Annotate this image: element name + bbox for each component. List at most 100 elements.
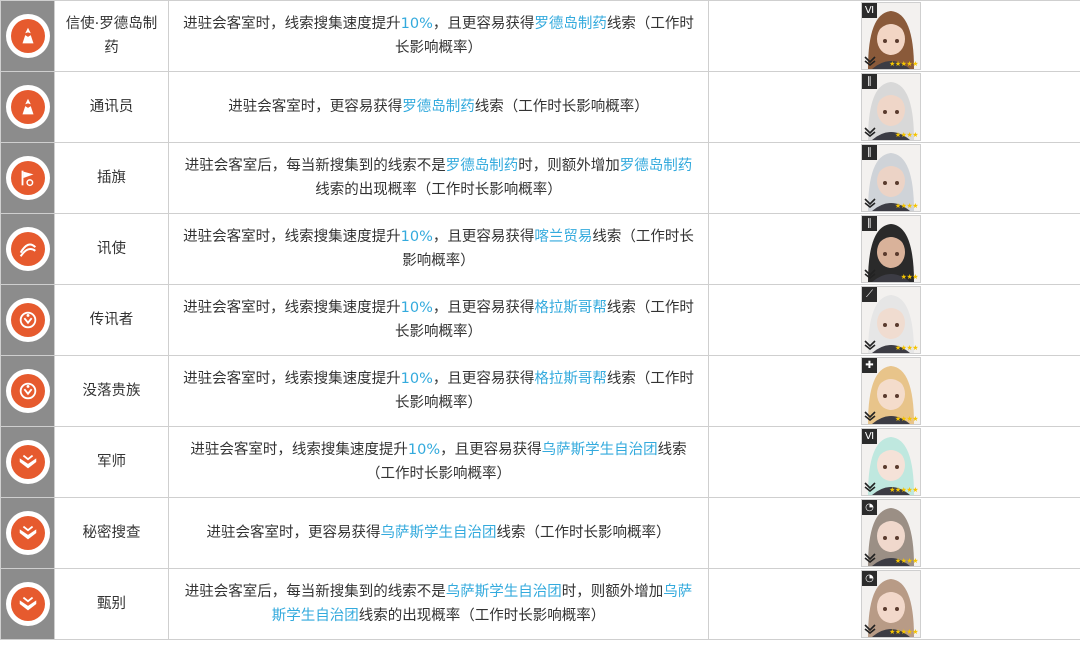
table-row: 没落贵族 进驻会客室时，线索搜集速度提升10%，且更容易获得格拉斯哥帮线索（工作时… xyxy=(0,355,1080,427)
skill-name: 插旗 xyxy=(54,142,169,214)
skill-icon-cell xyxy=(0,426,55,498)
description-text: 线索（工作时长影响概率） xyxy=(474,99,649,115)
building-skill-kazimierz-icon xyxy=(5,227,50,271)
skill-icon-cell xyxy=(0,142,55,214)
elite-icon xyxy=(864,340,876,350)
description-text: ，且更容易获得 xyxy=(432,229,535,245)
description-text: 进驻会客室后，每当新搜集到的线索不是 xyxy=(184,584,446,600)
elite-icon xyxy=(864,198,876,208)
skill-icon-cell xyxy=(0,497,55,569)
operator-cell: ∥ ★★★★ xyxy=(708,71,1080,143)
description-text: 线索的出现概率（工作时长影响概率） xyxy=(315,182,562,198)
operator-cell: ⟋ ★★★★ xyxy=(708,284,1080,356)
caster-class-icon: ◔ xyxy=(862,500,877,515)
highlight-term: 喀兰贸易 xyxy=(534,229,593,245)
description-text: 时，则额外增加 xyxy=(518,158,620,174)
guard-class-icon: ∥ xyxy=(862,145,877,160)
skill-description: 进驻会客室时，更容易获得乌萨斯学生自治团线索（工作时长影响概率） xyxy=(168,497,709,569)
guard-class-icon: ∥ xyxy=(862,216,877,231)
table-row: 讯使 进驻会客室时，线索搜集速度提升10%，且更容易获得喀兰贸易线索（工作时长影响… xyxy=(0,213,1080,285)
table-row: 军师 进驻会客室时，线索搜集速度提升10%，且更容易获得乌萨斯学生自治团线索（工作… xyxy=(0,426,1080,498)
highlight-term: 乌萨斯学生自治团 xyxy=(445,584,562,600)
specialist-class-icon: Ⅵ xyxy=(862,429,877,444)
rarity-stars: ★★★★★ xyxy=(889,628,918,636)
operator-avatar[interactable]: ∥ ★★★★ xyxy=(861,73,921,141)
description-text: 进驻会客室时，更容易获得 xyxy=(206,525,381,541)
skill-description: 进驻会客室后，每当新搜集到的线索不是乌萨斯学生自治团时，则额外增加乌萨斯学生自治… xyxy=(168,568,709,640)
skill-name: 传讯者 xyxy=(54,284,169,356)
skill-description: 进驻会客室时，线索搜集速度提升10%，且更容易获得乌萨斯学生自治团线索（工作时长… xyxy=(168,426,709,498)
highlight-term: 乌萨斯学生自治团 xyxy=(380,525,497,541)
highlight-term: 罗德岛制药 xyxy=(445,158,519,174)
description-text: 进驻会客室时，线索搜集速度提升 xyxy=(183,16,401,32)
skill-icon-cell xyxy=(0,284,55,356)
highlight-term: 罗德岛制药 xyxy=(402,99,475,115)
highlight-term: 罗德岛制药 xyxy=(619,158,693,174)
rarity-stars: ★★★★ xyxy=(894,344,919,352)
operator-avatar[interactable]: Ⅵ ★★★★★ xyxy=(861,428,921,496)
rarity-stars: ★★★★ xyxy=(894,131,919,139)
skill-description: 进驻会客室时，线索搜集速度提升10%，且更容易获得罗德岛制药线索（工作时长影响概… xyxy=(168,0,709,72)
building-skill-flag-icon xyxy=(5,156,50,200)
operator-avatar[interactable]: ◔ ★★★★★ xyxy=(861,570,921,638)
operator-cell: ◔ ★★★★ xyxy=(708,497,1080,569)
table-row: 通讯员 进驻会客室时，更容易获得罗德岛制药线索（工作时长影响概率） ∥ ★★★★ xyxy=(0,71,1080,143)
rarity-stars: ★★★★ xyxy=(894,415,919,423)
description-text: 进驻会客室后，每当新搜集到的线索不是 xyxy=(184,158,446,174)
operator-cell: ◔ ★★★★★ xyxy=(708,568,1080,640)
highlight-term: 10% xyxy=(400,371,433,387)
building-skill-ursus-icon xyxy=(5,440,50,484)
operator-avatar[interactable]: Ⅵ ★★★★★ xyxy=(861,2,921,70)
elite-icon xyxy=(864,411,876,421)
specialist-class-icon: Ⅵ xyxy=(862,3,877,18)
table-row: 传讯者 进驻会客室时，线索搜集速度提升10%，且更容易获得格拉斯哥帮线索（工作时长… xyxy=(0,284,1080,356)
highlight-term: 10% xyxy=(400,16,433,32)
description-text: 线索的出现概率（工作时长影响概率） xyxy=(358,608,606,624)
building-skill-ursus-icon xyxy=(5,511,50,555)
skill-description: 进驻会客室时，线索搜集速度提升10%，且更容易获得格拉斯哥帮线索（工作时长影响概… xyxy=(168,284,709,356)
elite-icon xyxy=(864,482,876,492)
elite-icon xyxy=(864,269,876,279)
skill-description: 进驻会客室时，线索搜集速度提升10%，且更容易获得格拉斯哥帮线索（工作时长影响概… xyxy=(168,355,709,427)
skill-description: 进驻会客室后，每当新搜集到的线索不是罗德岛制药时，则额外增加罗德岛制药线索的出现… xyxy=(168,142,709,214)
guard-class-icon: ∥ xyxy=(862,74,877,89)
skill-name: 没落贵族 xyxy=(54,355,169,427)
operator-avatar[interactable]: ✚ ★★★★ xyxy=(861,357,921,425)
skill-icon-cell xyxy=(0,0,55,72)
operator-avatar[interactable]: ◔ ★★★★ xyxy=(861,499,921,567)
operator-cell: Ⅵ ★★★★★ xyxy=(708,0,1080,72)
table-row: 秘密搜查 进驻会客室时，更容易获得乌萨斯学生自治团线索（工作时长影响概率） ◔ ★★★… xyxy=(0,497,1080,569)
sniper-class-icon: ⟋ xyxy=(862,287,877,302)
description-text: 进驻会客室时，更容易获得 xyxy=(228,99,403,115)
rarity-stars: ★★★★★ xyxy=(889,486,918,494)
rarity-stars: ★★★ xyxy=(900,273,919,281)
building-skills-table: 信使·罗德岛制药 进驻会客室时，线索搜集速度提升10%，且更容易获得罗德岛制药线索… xyxy=(0,0,1080,640)
skill-name: 讯使 xyxy=(54,213,169,285)
description-text: 进驻会客室时，线索搜集速度提升 xyxy=(183,229,401,245)
caster-class-icon: ◔ xyxy=(862,571,877,586)
rarity-stars: ★★★★ xyxy=(894,557,919,565)
operator-avatar[interactable]: ⟋ ★★★★ xyxy=(861,286,921,354)
elite-icon xyxy=(864,56,876,66)
medic-class-icon: ✚ xyxy=(862,358,877,373)
building-skill-glasgow-icon xyxy=(5,298,50,342)
table-row: 甄别 进驻会客室后，每当新搜集到的线索不是乌萨斯学生自治团时，则额外增加乌萨斯学生… xyxy=(0,568,1080,640)
description-text: 进驻会客室时，线索搜集速度提升 xyxy=(183,300,401,316)
rarity-stars: ★★★★ xyxy=(894,202,919,210)
operator-avatar[interactable]: ∥ ★★★★ xyxy=(861,144,921,212)
elite-icon xyxy=(864,553,876,563)
highlight-term: 罗德岛制药 xyxy=(534,16,607,32)
building-skill-rhodes-icon xyxy=(5,14,50,58)
operator-avatar[interactable]: ∥ ★★★ xyxy=(861,215,921,283)
description-text: 时，则额外增加 xyxy=(561,584,664,600)
highlight-term: 格拉斯哥帮 xyxy=(534,371,607,387)
elite-icon xyxy=(864,127,876,137)
highlight-term: 乌萨斯学生自治团 xyxy=(541,442,658,458)
skill-name: 秘密搜查 xyxy=(54,497,169,569)
highlight-term: 格拉斯哥帮 xyxy=(534,300,607,316)
skill-name: 信使·罗德岛制药 xyxy=(54,0,169,72)
description-text: ，且更容易获得 xyxy=(432,300,535,316)
description-text: ，且更容易获得 xyxy=(432,371,535,387)
elite-icon xyxy=(864,624,876,634)
skill-icon-cell xyxy=(0,355,55,427)
